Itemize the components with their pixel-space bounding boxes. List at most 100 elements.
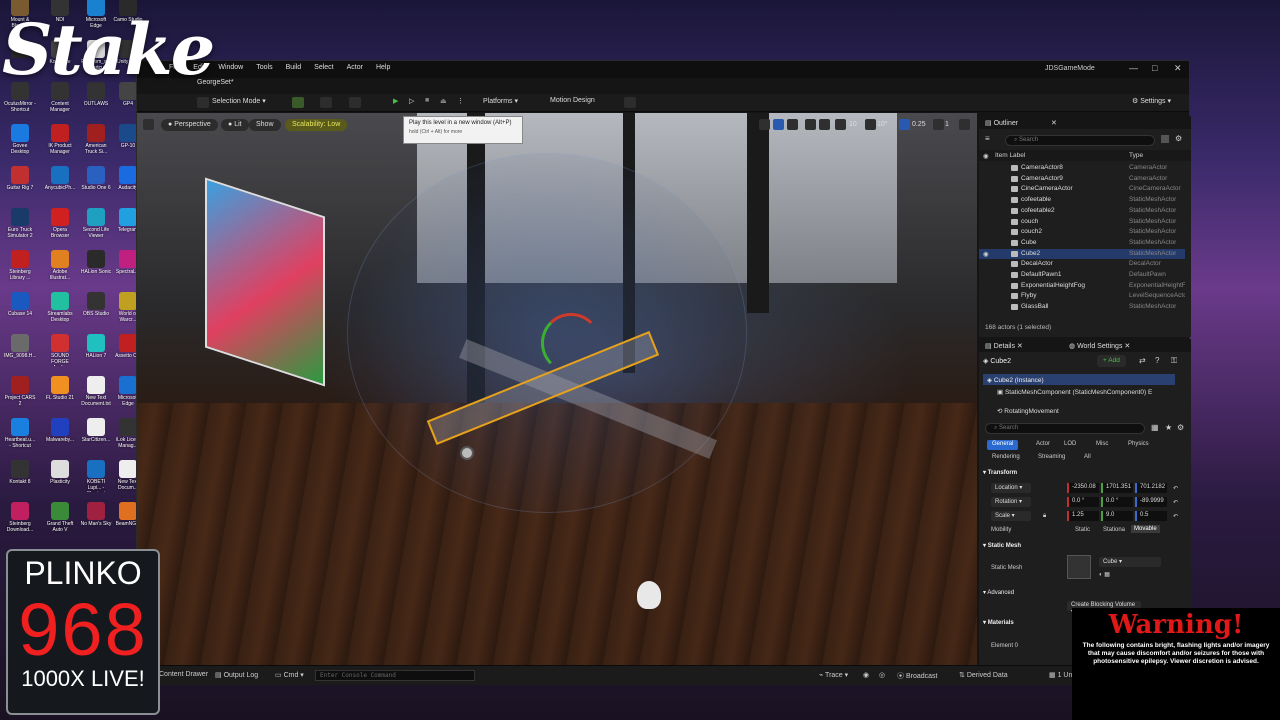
desktop-shortcut[interactable]: Project CARS 2 — [4, 374, 36, 416]
viewport-menu-icon[interactable] — [143, 119, 154, 130]
materials-section[interactable]: ▾ Materials — [983, 619, 1014, 626]
rotation-snap-value[interactable]: 10° — [877, 121, 888, 128]
desktop-shortcut[interactable]: Cubase 14 — [4, 290, 36, 332]
level-viewport[interactable]: ● Perspective ● Lit Show Scalability: Lo… — [137, 113, 977, 665]
eject-icon[interactable]: ⏏ — [440, 97, 447, 105]
category-misc[interactable]: Misc — [1091, 440, 1113, 450]
add-actor-icon[interactable] — [292, 97, 304, 108]
scale-y[interactable]: 9.0 — [1101, 511, 1133, 521]
desktop-shortcut[interactable]: Second Life Viewer — [80, 206, 112, 248]
scale-mode-icon[interactable] — [787, 119, 798, 130]
desktop-shortcut[interactable]: HALion Sonic — [80, 248, 112, 290]
add-component-button[interactable]: + Add — [1097, 355, 1126, 367]
cinematics-icon[interactable] — [349, 97, 361, 108]
outliner-row[interactable]: Flyby LevelSequenceActor — [979, 291, 1185, 302]
desktop-shortcut[interactable]: Steinberg Download... — [4, 500, 36, 542]
desktop-shortcut[interactable]: No Man's Sky — [80, 500, 112, 542]
help-icon[interactable]: ? — [1155, 356, 1159, 365]
favorite-icon[interactable]: ★ — [1165, 423, 1172, 432]
tab-world-settings[interactable]: ◍ World Settings ✕ — [1069, 342, 1130, 350]
desktop-shortcut[interactable]: Steinberg Library ... — [4, 248, 36, 290]
maximize-icon[interactable]: □ — [1152, 63, 1157, 73]
close-icon[interactable]: ✕ — [1174, 63, 1182, 74]
location-z[interactable]: 701.2182 — [1135, 483, 1167, 493]
record-icon[interactable]: ◉ — [863, 671, 869, 679]
rotation-x[interactable]: 0.0 ° — [1067, 497, 1099, 507]
close-tab-icon[interactable]: ✕ — [1051, 119, 1057, 127]
grid-snap-value[interactable]: 10 — [849, 121, 857, 128]
desktop-shortcut[interactable]: Streamlabs Desktop — [44, 290, 76, 332]
desktop-shortcut[interactable]: Heartbeat.u... - Shortcut — [4, 416, 36, 458]
static-mesh-component[interactable]: ▣ StaticMeshComponent (StaticMeshCompone… — [997, 388, 1183, 396]
rotation-snap-icon[interactable] — [865, 119, 876, 130]
menu-window[interactable]: Window — [218, 64, 243, 71]
stop-icon[interactable]: ■ — [425, 97, 429, 104]
scalability-badge[interactable]: Scalability: Low — [285, 119, 348, 131]
outliner-row[interactable]: ◉ Cube2 StaticMeshActor — [979, 248, 1185, 260]
grid-view-icon[interactable]: ▦ — [1151, 423, 1159, 432]
category-lod[interactable]: LOD — [1059, 440, 1081, 450]
outliner-row[interactable]: cofeetable2 StaticMeshActor — [979, 206, 1185, 217]
mobility-stationary[interactable]: Stationa — [1103, 527, 1125, 533]
surface-snap-icon[interactable] — [819, 119, 830, 130]
menu-actor[interactable]: Actor — [347, 64, 363, 71]
outliner-row[interactable]: DefaultPawn1 DefaultPawn — [979, 270, 1185, 281]
desktop-shortcut[interactable]: Grand Theft Auto V — [44, 500, 76, 542]
desktop-shortcut[interactable]: Euro Truck Simulator 2 — [4, 206, 36, 248]
desktop-shortcut[interactable]: American Truck Si... — [80, 122, 112, 164]
mesh-thumbnail[interactable] — [1067, 555, 1091, 579]
reset-rotation-icon[interactable]: ↶ — [1173, 499, 1178, 506]
settings-dropdown[interactable]: ⚙ Settings ▾ — [1132, 97, 1171, 105]
play-icon[interactable]: ▶ — [393, 97, 398, 105]
outliner-settings-icon[interactable]: ⚙ — [1175, 134, 1182, 143]
menu-select[interactable]: Select — [314, 64, 333, 71]
desktop-shortcut[interactable]: Opera Browser — [44, 206, 76, 248]
scale-snap-value[interactable]: 0.25 — [912, 121, 926, 128]
reset-scale-icon[interactable]: ↶ — [1173, 513, 1178, 520]
desktop-shortcut[interactable]: AnycubicPh... — [44, 164, 76, 206]
outliner-row[interactable]: CameraActor9 CameraActor — [979, 174, 1185, 185]
outliner-search-input[interactable]: ⌕ Search — [1005, 135, 1155, 146]
desktop-shortcut[interactable]: Govee Desktop — [4, 122, 36, 164]
browse-asset-icon[interactable]: ◐ ▦ — [1099, 571, 1110, 578]
broadcast-button[interactable]: ⦿ Broadcast — [897, 671, 937, 681]
category-rendering[interactable]: Rendering — [987, 453, 1025, 463]
trace-dropdown[interactable]: ⌁ Trace ▾ — [819, 671, 848, 679]
desktop-shortcut[interactable]: FL Studio 21 — [44, 374, 76, 416]
rotate-mode-icon[interactable] — [773, 119, 784, 130]
grid-snap-icon[interactable] — [835, 119, 846, 130]
outliner-row[interactable]: Cube StaticMeshActor — [979, 238, 1185, 249]
desktop-shortcut[interactable]: Malwareby... — [44, 416, 76, 458]
reset-location-icon[interactable]: ↶ — [1173, 485, 1178, 492]
derived-data-button[interactable]: ⇅ Derived Data — [959, 671, 1008, 679]
content-drawer-button[interactable]: Content Drawer — [159, 671, 208, 678]
menu-tools[interactable]: Tools — [256, 64, 272, 71]
selection-mode-dropdown[interactable]: Selection Mode ▾ — [212, 97, 266, 105]
category-actor[interactable]: Actor — [1031, 440, 1055, 450]
camera-icon[interactable] — [624, 97, 636, 108]
visibility-icon[interactable]: ◉ — [983, 152, 989, 160]
col-type[interactable]: Type — [1129, 152, 1143, 159]
desktop-shortcut[interactable]: StarCitizen... — [80, 416, 112, 458]
rotating-movement-component[interactable]: ⟲ RotatingMovement — [997, 407, 1059, 415]
select-mode-icon[interactable] — [759, 119, 770, 130]
minimize-icon[interactable]: — — [1129, 63, 1138, 73]
scale-dropdown[interactable]: Scale ▾ — [991, 511, 1031, 521]
desktop-shortcut[interactable]: Guitar Rig 7 — [4, 164, 36, 206]
outliner-row[interactable]: ExponentialHeightFog ExponentialHeightFog — [979, 281, 1185, 292]
desktop-shortcut[interactable]: IMG_9098.H... — [4, 332, 36, 374]
transform-section[interactable]: ▾ Transform — [983, 469, 1017, 476]
category-general[interactable]: General — [987, 440, 1019, 450]
outliner-row[interactable]: cofeetable StaticMeshActor — [979, 195, 1185, 206]
show-button[interactable]: Show — [249, 119, 281, 131]
console-input[interactable]: Enter Console Command — [315, 670, 475, 681]
desktop-shortcut[interactable]: Studio One 6 — [80, 164, 112, 206]
outliner-tab[interactable]: ▤ Outliner ✕ — [979, 116, 1191, 129]
desktop-shortcut[interactable]: SOUND FORGE Audi... — [44, 332, 76, 374]
rotation-gizmo[interactable] — [541, 313, 601, 373]
outliner-row[interactable]: GlassBall StaticMeshActor — [979, 302, 1185, 313]
output-log-button[interactable]: ▤ Output Log — [215, 671, 258, 679]
save-icon[interactable] — [197, 97, 209, 108]
desktop-shortcut[interactable]: IK Product Manager — [44, 122, 76, 164]
maximize-viewport-icon[interactable] — [959, 119, 970, 130]
